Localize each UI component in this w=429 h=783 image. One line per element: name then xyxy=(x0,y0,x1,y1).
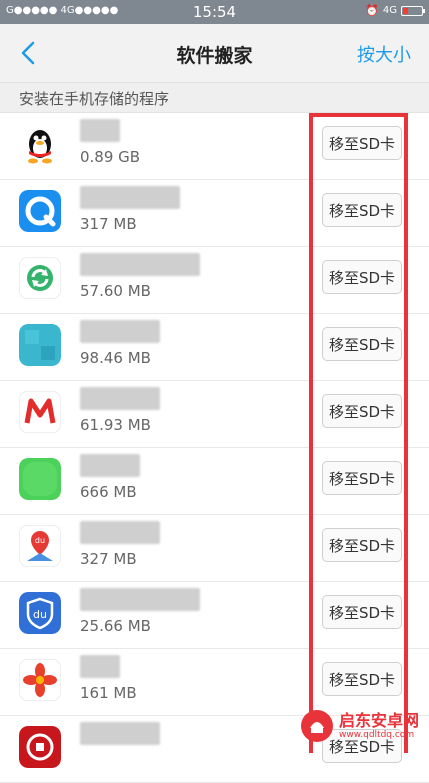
green-app-icon xyxy=(19,458,61,500)
app-name-blurred xyxy=(80,320,160,343)
app-size: 327 MB xyxy=(80,550,137,568)
watermark-text: 启东安卓网 xyxy=(339,711,420,730)
move-to-sd-button[interactable]: 移至SD卡 xyxy=(322,394,402,428)
bank-icon xyxy=(19,726,61,768)
app-name-blurred xyxy=(80,722,160,745)
app-size: 317 MB xyxy=(80,215,137,233)
app-row: 666 MB 移至SD卡 xyxy=(0,448,429,515)
app-name-blurred xyxy=(80,387,160,410)
alarm-icon: ⏰ xyxy=(365,4,379,17)
network-type: 4G xyxy=(382,5,397,16)
svg-text:du: du xyxy=(35,536,45,545)
flower-app-icon xyxy=(19,659,61,701)
app-list: 0.89 GB 移至SD卡 317 MB 移至SD卡 57.60 MB 移至SD卡 98.4… xyxy=(0,113,429,783)
move-to-sd-button[interactable]: 移至SD卡 xyxy=(322,126,402,160)
svg-text:du: du xyxy=(33,608,47,621)
du-shield-icon: du xyxy=(19,592,61,634)
qq-penguin-icon xyxy=(19,123,61,165)
move-to-sd-button[interactable]: 移至SD卡 xyxy=(322,260,402,294)
sync-icon xyxy=(19,257,61,299)
app-size: 161 MB xyxy=(80,684,137,702)
app-name-blurred xyxy=(80,588,200,611)
battery-icon xyxy=(401,5,425,16)
qq-browser-icon xyxy=(19,190,61,232)
move-to-sd-button[interactable]: 移至SD卡 xyxy=(322,528,402,562)
app-row: 317 MB 移至SD卡 xyxy=(0,180,429,247)
app-row: 61.93 MB 移至SD卡 xyxy=(0,381,429,448)
app-name-blurred xyxy=(80,454,140,477)
app-row: 98.46 MB 移至SD卡 xyxy=(0,314,429,381)
teal-app-icon xyxy=(19,324,61,366)
move-to-sd-button[interactable]: 移至SD卡 xyxy=(322,662,402,696)
watermark-logo-icon xyxy=(301,710,333,742)
move-to-sd-button[interactable]: 移至SD卡 xyxy=(322,461,402,495)
move-to-sd-button[interactable]: 移至SD卡 xyxy=(322,327,402,361)
watermark-url: www.qdltdq.com xyxy=(339,730,415,740)
move-to-sd-button[interactable]: 移至SD卡 xyxy=(322,595,402,629)
app-name-blurred xyxy=(80,521,160,544)
app-row: du 327 MB 移至SD卡 xyxy=(0,515,429,582)
app-row: 0.89 GB 移至SD卡 xyxy=(0,113,429,180)
section-header: 安装在手机存储的程序 xyxy=(0,83,429,113)
app-size: 57.60 MB xyxy=(80,282,151,300)
app-name-blurred xyxy=(80,186,180,209)
watermark: 启东安卓网 www.qdltdq.com xyxy=(299,705,423,747)
app-size: 61.93 MB xyxy=(80,416,151,434)
baidu-map-icon: du xyxy=(19,525,61,567)
app-size: 666 MB xyxy=(80,483,137,501)
app-name-blurred xyxy=(80,119,120,142)
sort-by-size-button[interactable]: 按大小 xyxy=(357,41,411,67)
app-size: 25.66 MB xyxy=(80,617,151,635)
status-bar: G●●●●● 4G●●●●● 15:54 ⏰ 4G xyxy=(0,0,429,24)
app-size: 0.89 GB xyxy=(80,148,141,166)
section-label: 安装在手机存储的程序 xyxy=(19,90,170,108)
app-row: du 25.66 MB 移至SD卡 xyxy=(0,582,429,649)
app-name-blurred xyxy=(80,655,120,678)
move-to-sd-button[interactable]: 移至SD卡 xyxy=(322,193,402,227)
status-right: ⏰ 4G xyxy=(365,4,425,17)
app-name-blurred xyxy=(80,253,200,276)
mail-m-icon xyxy=(19,391,61,433)
app-size: 98.46 MB xyxy=(80,349,151,367)
app-header: 软件搬家 按大小 xyxy=(0,24,429,83)
app-row: 57.60 MB 移至SD卡 xyxy=(0,247,429,314)
